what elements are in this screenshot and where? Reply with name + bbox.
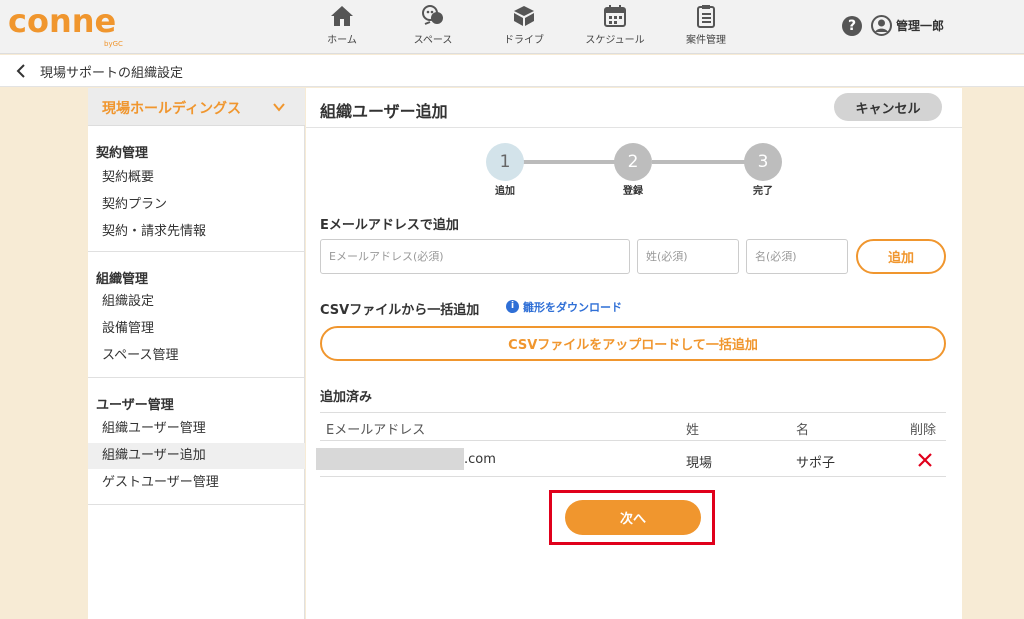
next-button[interactable]: 次へ [565,500,701,535]
user-name[interactable]: 管理一郎 [896,17,944,34]
nav-home[interactable]: ホーム [307,4,377,50]
sidebar-item-org-settings[interactable]: 組織設定 [88,289,305,315]
nav-drive[interactable]: ドライブ [489,4,559,50]
logo-text: conne [8,2,117,40]
org-selector[interactable]: 現場ホールディングス [88,88,305,126]
sidebar-item-add-org-user[interactable]: 組織ユーザー追加 [88,443,305,469]
sidebar-group-contract: 契約管理 契約概要 契約プラン 契約・請求先情報 [88,126,305,252]
column-first-name: 名 [796,423,810,438]
column-email: Eメールアドレス [326,423,426,438]
stepper-line-2 [652,160,748,164]
user-avatar-icon[interactable] [871,15,892,36]
settings-sidebar: 現場ホールディングス 契約管理 契約概要 契約プラン 契約・請求先情報 組織管理… [88,88,305,619]
email-section-label: Eメールアドレスで追加 [320,218,459,233]
sidebar-heading-organization: 組織管理 [96,272,149,287]
sidebar-heading-contract: 契約管理 [96,146,149,161]
calendar-icon [604,5,626,27]
nav-schedule[interactable]: スケジュール [580,4,650,50]
main-header: 組織ユーザー追加 キャンセル [306,88,962,128]
step-2-label: 登録 [623,186,643,197]
step-1-label: 追加 [495,186,515,197]
sidebar-group-organization: 組織管理 組織設定 設備管理 スペース管理 [88,252,305,378]
row-last-name: 現場 [686,456,713,471]
nav-schedule-label: スケジュール [585,35,645,46]
nav-space-label: スペース [413,35,453,46]
nav-space[interactable]: スペース [398,4,468,50]
sidebar-group-users: ユーザー管理 組織ユーザー管理 組織ユーザー追加 ゲストユーザー管理 [88,378,305,505]
back-chevron-icon[interactable] [14,63,28,79]
email-input[interactable]: Eメールアドレス(必須) [320,239,630,274]
added-section-label: 追加済み [320,390,373,405]
sidebar-item-equipment[interactable]: 設備管理 [88,316,305,342]
drive-icon [514,6,534,26]
step-3-circle: 3 [744,143,782,181]
org-name: 現場ホールディングス [102,101,242,117]
info-icon: i [506,300,519,313]
email-redaction [316,448,464,470]
page-title: 組織ユーザー追加 [320,102,448,121]
logo-subtext: byGC [104,40,123,48]
chevron-down-icon [273,103,285,112]
table-row: .com 現場 サポ子 [316,442,946,477]
add-button[interactable]: 追加 [856,239,946,274]
row-first-name: サポ子 [796,456,836,471]
csv-upload-button[interactable]: CSVファイルをアップロードして一括追加 [320,326,946,361]
column-last-name: 姓 [686,423,700,438]
template-download-link[interactable]: 雛形をダウンロード [523,299,622,315]
delete-icon[interactable] [916,451,934,469]
home-icon [331,6,353,26]
help-icon[interactable]: ? [842,16,862,36]
cancel-button[interactable]: キャンセル [834,93,942,121]
breadcrumb-title: 現場サポートの組織設定 [40,66,184,81]
space-icon [422,5,443,25]
clipboard-icon [697,5,715,28]
sidebar-item-contract-plan[interactable]: 契約プラン [88,192,305,218]
step-2-circle: 2 [614,143,652,181]
sidebar-item-guest-users[interactable]: ゲストユーザー管理 [88,470,305,496]
nav-projects[interactable]: 案件管理 [671,4,741,50]
top-header: conne byGC ホーム スペース ドライブ スケジュール 案件管理 ? 管… [0,0,1024,54]
nav-home-label: ホーム [327,35,357,46]
nav-drive-label: ドライブ [504,35,544,46]
sidebar-item-space-admin[interactable]: スペース管理 [88,343,305,369]
step-1-circle: 1 [486,143,524,181]
sidebar-item-org-users[interactable]: 組織ユーザー管理 [88,416,305,442]
row-email: .com [464,452,496,467]
step-3-label: 完了 [753,186,773,197]
last-name-input[interactable]: 姓(必須) [637,239,739,274]
sidebar-item-billing-info[interactable]: 契約・請求先情報 [88,219,305,245]
column-delete: 削除 [910,423,937,438]
nav-projects-label: 案件管理 [686,35,726,46]
table-header: Eメールアドレス 姓 名 削除 [320,412,946,441]
csv-section-label: CSVファイルから一括追加 [320,303,480,318]
sidebar-item-contract-overview[interactable]: 契約概要 [88,165,305,191]
first-name-input[interactable]: 名(必須) [746,239,848,274]
sidebar-heading-users: ユーザー管理 [96,398,174,413]
stepper-line-1 [522,160,618,164]
